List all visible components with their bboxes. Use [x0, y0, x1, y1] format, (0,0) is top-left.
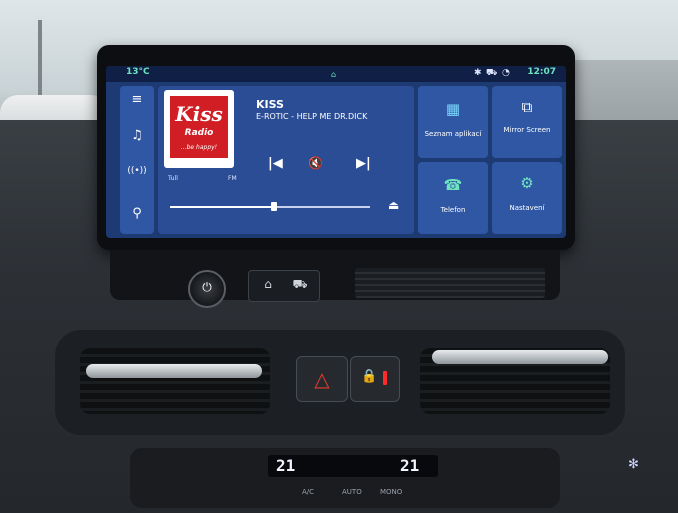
auto-label[interactable]: AUTO — [342, 488, 362, 496]
mute-icon[interactable]: 🔇 — [308, 156, 323, 170]
band-left-label: Tull — [168, 175, 178, 182]
home-indicator-icon[interactable]: ⌂ — [331, 70, 339, 79]
logo-subtext: Radio — [184, 128, 214, 138]
phone-tile-label: Telefon — [440, 206, 466, 214]
status-bar: 13°C ⌂ ✱ ⛟ ◔ 12:07 — [106, 66, 566, 82]
band-right-label: FM — [228, 175, 237, 182]
next-icon[interactable]: ▶| — [356, 156, 371, 171]
clock: 12:07 — [527, 67, 556, 77]
outside-temperature: 13°C — [126, 67, 150, 77]
left-temperature: 21 — [276, 456, 296, 475]
seek-fill — [170, 206, 274, 208]
mirror-screen-icon: ⧉ — [521, 98, 533, 116]
logo-text: Kiss — [175, 102, 223, 126]
hazard-button[interactable]: △ — [296, 356, 348, 402]
fan-icon: ✻ — [628, 457, 639, 472]
apps-tile-label: Seznam aplikací — [424, 130, 482, 138]
radio-source-icon[interactable]: ⏏ — [388, 198, 399, 212]
music-icon[interactable]: ♫ — [120, 128, 154, 143]
seek-handle[interactable] — [271, 202, 277, 211]
home-buttons: ⌂ ⛟ — [248, 270, 320, 302]
media-player: Kiss Radio ...be happy! KISS E-ROTIC - H… — [158, 86, 414, 234]
power-volume-knob[interactable]: ⏻ — [188, 270, 226, 308]
right-temperature: 21 — [400, 456, 420, 475]
apps-grid-icon: ▦ — [445, 100, 461, 118]
bluetooth-icon: ✱ — [474, 68, 482, 78]
mono-label[interactable]: MONO — [380, 488, 402, 496]
lock-icon: 🔒 — [361, 369, 378, 384]
mirror-screen-label: Mirror Screen — [503, 126, 551, 134]
signal-icon: ◔ — [502, 68, 510, 78]
car-home-icon[interactable]: ⛟ — [285, 277, 315, 293]
logo-tagline: ...be happy! — [180, 144, 218, 151]
gear-icon: ⚙ — [520, 174, 534, 192]
station-name: KISS — [256, 98, 284, 111]
station-logo: Kiss Radio ...be happy! — [164, 90, 234, 168]
infotainment-screen: 13°C ⌂ ✱ ⛟ ◔ 12:07 ≡ ♫ ((•)) ⚲ Kiss Radi… — [106, 66, 566, 238]
lock-button[interactable]: 🔒 — [350, 356, 400, 402]
previous-icon[interactable]: |◀ — [268, 156, 283, 171]
home-icon[interactable]: ⌂ — [253, 277, 283, 291]
apps-tile[interactable]: ▦ Seznam aplikací — [418, 86, 488, 158]
car-icon: ⛟ — [486, 68, 498, 78]
track-title: E-ROTIC - HELP ME DR.DICK — [256, 112, 368, 121]
bezel-slats — [355, 268, 545, 298]
sidebar: ≡ ♫ ((•)) ⚲ — [120, 86, 154, 234]
phone-icon: ☎ — [443, 176, 463, 194]
menu-icon[interactable]: ≡ — [120, 92, 154, 107]
phone-tile[interactable]: ☎ Telefon — [418, 162, 488, 234]
right-vent-slider[interactable] — [432, 350, 608, 364]
mirror-screen-tile[interactable]: ⧉ Mirror Screen — [492, 86, 562, 158]
climate-display: 21 ✻ 21 — [268, 455, 639, 477]
left-air-vent — [80, 348, 270, 414]
power-icon: ⏻ — [202, 280, 212, 294]
settings-tile[interactable]: ⚙ Nastavení — [492, 162, 562, 234]
left-vent-slider[interactable] — [86, 364, 262, 378]
search-icon[interactable]: ⚲ — [120, 206, 154, 221]
settings-tile-label: Nastavení — [509, 204, 545, 212]
ac-label[interactable]: A/C — [302, 488, 314, 496]
lock-indicator — [383, 371, 387, 385]
radio-icon[interactable]: ((•)) — [120, 166, 154, 176]
hazard-icon: △ — [314, 367, 330, 391]
